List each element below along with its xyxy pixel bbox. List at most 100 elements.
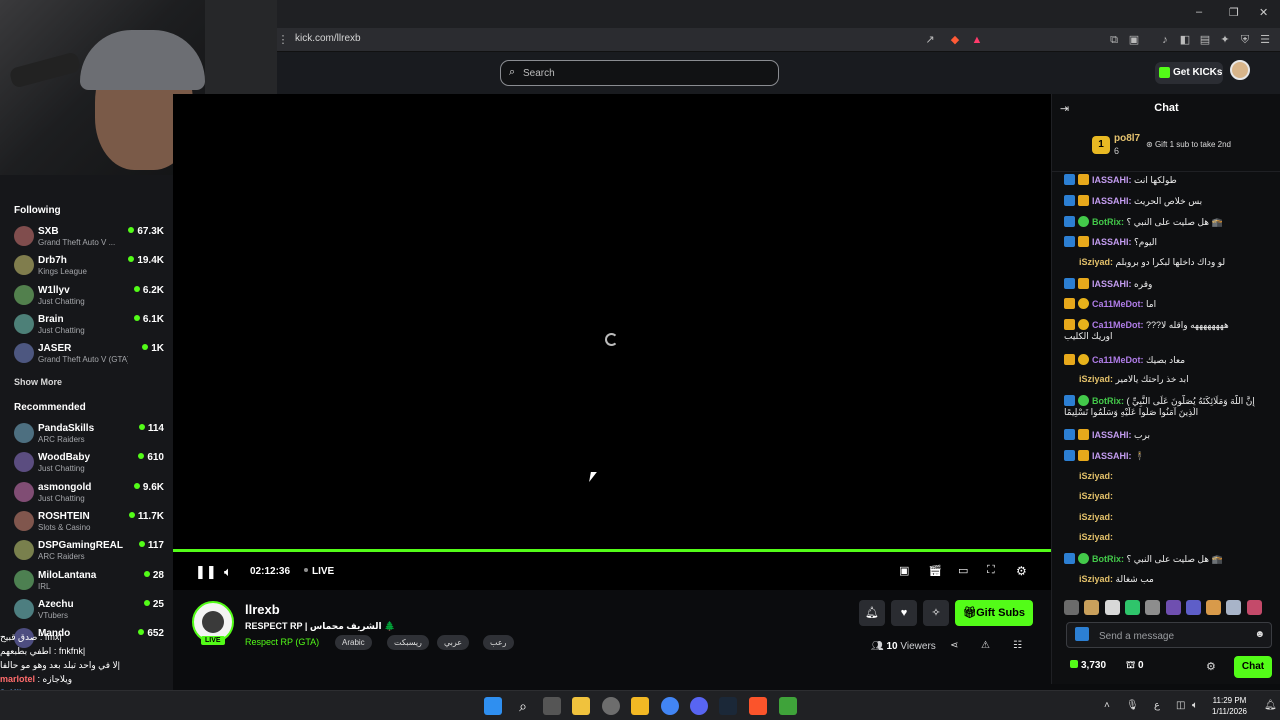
task-view-icon[interactable] — [543, 697, 561, 715]
chat-username[interactable]: iSziyad: — [1079, 512, 1113, 522]
steam-icon[interactable] — [719, 697, 737, 715]
sidebar-channel[interactable]: W1llyv Just Chatting 6.2K — [14, 283, 164, 311]
chat-message[interactable]: BotRix: ( إِنَّ اللَّهَ وَمَلَائِكَتَهُ … — [1064, 395, 1274, 407]
chat-message[interactable]: IASSAHI: بس خلاص الحريث — [1064, 195, 1274, 207]
language-indicator[interactable]: ع — [1154, 700, 1160, 711]
discord-icon[interactable] — [690, 697, 708, 715]
clip-icon[interactable]: 🎬︎ — [928, 564, 942, 577]
emote-icon[interactable] — [1226, 600, 1242, 615]
chat-username[interactable]: iSziyad: — [1079, 532, 1113, 542]
sidebar-channel[interactable]: MiloLantana IRL 28 — [14, 568, 164, 596]
sidebar-channel[interactable]: asmongold Just Chatting 9.6K — [14, 480, 164, 508]
fullscreen-icon[interactable]: ⛶ — [987, 564, 995, 577]
chat-message[interactable]: IASSAHI: طولكها انت — [1064, 174, 1274, 186]
sidebar-channel[interactable]: ROSHTEIN Slots & Casino 11.7K — [14, 509, 164, 537]
url-text[interactable]: kick.com/llrexb — [295, 33, 361, 44]
chat-settings-icon[interactable]: ⚙ — [1206, 660, 1216, 673]
chat-username[interactable]: Ca11MeDot: — [1092, 320, 1144, 330]
share-stream-icon[interactable]: ⋖ — [950, 640, 958, 651]
wallet-icon[interactable]: ▤ — [1198, 33, 1212, 47]
taskbar-search-icon[interactable]: ⌕ — [514, 697, 532, 715]
settings-icon[interactable]: ⚙ — [1016, 564, 1027, 578]
emote-icon[interactable] — [1145, 600, 1161, 615]
chat-username[interactable]: IASSAHI: — [1092, 279, 1132, 289]
leo-ai-icon[interactable]: ✦ — [1218, 33, 1232, 47]
follow-heart-button[interactable]: ♥ — [891, 600, 917, 626]
extensions-icon[interactable]: ⧉ — [1107, 33, 1121, 47]
emote-icon[interactable] — [1185, 600, 1201, 615]
emote-icon[interactable] — [1246, 600, 1262, 615]
sidebar-icon[interactable]: ◧ — [1178, 33, 1192, 47]
chat-username[interactable]: BotRix: — [1092, 554, 1124, 564]
menu-icon[interactable]: ☰ — [1258, 33, 1272, 47]
user-card-icon[interactable]: ☷ — [1013, 640, 1022, 651]
emote-icon[interactable] — [1084, 600, 1100, 615]
channel-points[interactable]: ⛫ 0 — [1126, 660, 1144, 673]
video-player[interactable] — [173, 94, 1051, 550]
screenshot-icon[interactable]: ▣ — [1127, 33, 1141, 47]
gift-leaderboard[interactable]: 1 po8l7 6 ⊛ Gift 1 sub to take 2nd — [1052, 124, 1280, 172]
brave-shield-icon[interactable]: ◆ — [948, 33, 962, 47]
stream-tag[interactable]: رعب — [483, 635, 514, 650]
emote-icon[interactable] — [1206, 600, 1222, 615]
chat-message[interactable]: IASSAHI: 🕴 — [1064, 450, 1274, 462]
notification-bell-button[interactable]: 🔔︎ — [859, 600, 885, 626]
miniplayer-icon[interactable]: ▣ — [899, 564, 909, 577]
notifications-icon[interactable]: 🔔︎ — [1264, 700, 1277, 711]
sidebar-channel[interactable]: Brain Just Chatting 6.1K — [14, 312, 164, 340]
chat-message[interactable]: iSziyad: ابد خذ راحتك يالامير — [1079, 374, 1280, 385]
sidebar-channel[interactable]: Azechu VTubers 25 — [14, 597, 164, 625]
chat-message[interactable]: IASSAHI: برب — [1064, 429, 1274, 441]
chat-message[interactable]: iSziyad: مب شغالة — [1079, 574, 1280, 585]
restore-icon[interactable]: ❐ — [1229, 6, 1239, 19]
chat-username[interactable]: IASSAHI: — [1092, 451, 1132, 461]
emote-icon[interactable] — [1104, 600, 1120, 615]
emote-icon[interactable] — [1124, 600, 1140, 615]
stream-tag[interactable]: عربي — [437, 635, 470, 650]
stream-category[interactable]: Respect RP (GTA) — [245, 637, 319, 647]
obs-icon[interactable] — [602, 697, 620, 715]
close-window-icon[interactable]: ✕ — [1259, 6, 1268, 19]
sidebar-channel[interactable]: PandaSkills ARC Raiders 114 — [14, 421, 164, 449]
brave-rewards-icon[interactable]: ▲ — [970, 33, 984, 47]
brave-icon[interactable] — [749, 697, 767, 715]
sidebar-channel[interactable]: WoodBaby Just Chatting 610 — [14, 450, 164, 478]
emoji-icon[interactable]: ☻ — [1254, 629, 1265, 640]
vpn-icon[interactable]: ⛨ — [1238, 33, 1252, 47]
chat-message[interactable]: IASSAHI: اليوم؟ — [1064, 236, 1274, 248]
chat-username[interactable]: IASSAHI: — [1092, 430, 1132, 440]
chrome-icon[interactable] — [661, 697, 679, 715]
store-icon[interactable] — [572, 697, 590, 715]
send-chat-button[interactable]: Chat — [1234, 656, 1272, 678]
chat-message[interactable]: الَّذِينَ آمَنُوا صَلُّوا عَلَيْهِ وَسَل… — [1064, 407, 1274, 418]
report-icon[interactable]: ⚠ — [981, 640, 990, 651]
streamer-name[interactable]: llrexb — [245, 602, 280, 617]
show-more-link[interactable]: Show More — [14, 377, 62, 387]
chat-message-input[interactable]: Send a message ☻ — [1066, 622, 1272, 648]
sidebar-channel[interactable]: DSPGamingREAL ARC Raiders 117 — [14, 538, 164, 566]
network-icon[interactable]: ◫ — [1176, 700, 1185, 711]
chat-username[interactable]: BotRix: — [1092, 396, 1124, 406]
minecraft-icon[interactable] — [779, 697, 797, 715]
chat-username[interactable]: IASSAHI: — [1092, 175, 1132, 185]
chat-message[interactable]: iSziyad: لو وداك داخلها لبكرا دو بروبلم — [1079, 257, 1280, 268]
chat-username[interactable]: iSziyad: — [1079, 471, 1113, 481]
chat-message[interactable]: BotRix: هل صليت على النبي ؟ 🕋 — [1064, 553, 1274, 565]
tray-expand-icon[interactable]: ˄ — [1104, 700, 1110, 711]
kicks-gift-button[interactable]: ✧ — [923, 600, 949, 626]
share-icon[interactable]: ↗ — [923, 33, 937, 47]
sidebar-channel[interactable]: SXB Grand Theft Auto V ... 67.3K — [14, 224, 164, 252]
minimize-icon[interactable]: – — [1196, 6, 1202, 18]
kicks-balance[interactable]: 3,730 — [1070, 660, 1106, 671]
music-icon[interactable]: ♪ — [1158, 33, 1172, 47]
chat-username[interactable]: Ca11MeDot: — [1092, 355, 1144, 365]
volume-tray-icon[interactable]: 🔈︎ — [1192, 700, 1198, 711]
theater-mode-icon[interactable]: ▭ — [958, 564, 968, 577]
chat-message[interactable]: iSziyad: — [1079, 491, 1280, 501]
chat-username[interactable]: iSziyad: — [1079, 257, 1113, 267]
chat-message[interactable]: Ca11MeDot: ???ههههههههه واقله لا — [1064, 319, 1274, 331]
chat-username[interactable]: iSziyad: — [1079, 574, 1113, 584]
chat-message[interactable]: iSziyad: — [1079, 471, 1280, 481]
taskbar-clock[interactable]: 11:29 PM 1/11/2026 — [1212, 695, 1247, 717]
chat-username[interactable]: IASSAHI: — [1092, 196, 1132, 206]
